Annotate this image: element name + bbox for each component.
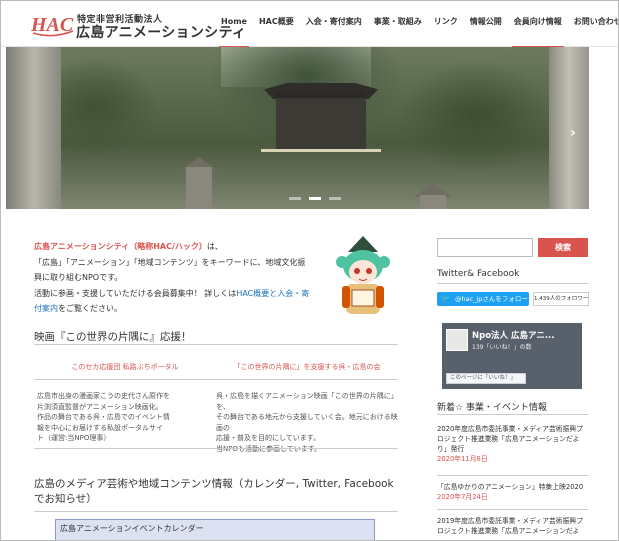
news-date: 2020年7月24日 bbox=[437, 493, 488, 501]
movie-links: このセカ応援団 私路ぶちポータル 「この世界の片隅に」を支援する呉・広島の会 bbox=[34, 362, 398, 372]
news-divider bbox=[437, 509, 588, 510]
event-calendar[interactable]: 広島アニメーションイベントカレンダー bbox=[55, 519, 375, 540]
fb-like-button[interactable]: このページに「いいね！」 bbox=[446, 373, 526, 384]
torii-pillar-left bbox=[6, 47, 61, 209]
hac-logo[interactable]: HAC bbox=[31, 11, 75, 37]
fb-page-avatar bbox=[446, 329, 468, 351]
mascot-image bbox=[336, 236, 390, 314]
nav-join[interactable]: 入会・寄付案内 bbox=[300, 17, 368, 35]
calendar-title: 広島アニメーションイベントカレンダー bbox=[60, 524, 204, 533]
about-join-link[interactable]: HAC概要と入会・寄 bbox=[236, 289, 309, 298]
slider-dot[interactable] bbox=[289, 197, 301, 200]
movie-section-title: 映画『この世界の片隅に』応援！ bbox=[34, 331, 192, 343]
kure-hiroshima-link[interactable]: 「この世界の片隅に」を支援する呉・広島の会 bbox=[216, 362, 398, 372]
twitter-bird-icon: 🐦 bbox=[441, 294, 451, 303]
intro-line2: 「広島」「アニメーション」「地域コンテンツ」をキーワードに、地域文化振 bbox=[34, 257, 306, 267]
news-item[interactable]: 2020年度広島市委託事業・メディア芸術振興プロジェクト推進業務「広島アニメーシ… bbox=[437, 424, 588, 464]
media-section-title: 広島のメディア芸術や地域コンテンツ情報（カレンダー, Twitter, Face… bbox=[34, 478, 394, 505]
donation-link[interactable]: 付案内 bbox=[34, 304, 58, 313]
news-date: 2020年11月8日 bbox=[437, 455, 488, 463]
page-frame: HAC 特定非営利活動法人 広島アニメーションシティ Home HAC概要 入会… bbox=[0, 0, 619, 541]
twitter-follow-button[interactable]: 🐦 @hac_jpさんをフォロー bbox=[437, 292, 529, 306]
hero-slider: › bbox=[6, 47, 589, 209]
news-divider bbox=[437, 475, 588, 476]
movie-left-description: 広島市出身の漫画家こうの史代さん原作を 片渕須直監督がアニメーション映画化。 作… bbox=[37, 391, 197, 444]
news-title: 新着☆ 事業・イベント情報 bbox=[437, 403, 547, 413]
slider-dot[interactable] bbox=[329, 197, 341, 200]
slider-dots bbox=[289, 197, 341, 200]
stone-lantern bbox=[186, 167, 212, 209]
text-line: ト（運営:当NPO理事） bbox=[37, 434, 111, 442]
nav-disclosure[interactable]: 情報公開 bbox=[464, 17, 508, 35]
nav-home[interactable]: Home bbox=[215, 17, 253, 48]
movie-right-description: 呉・広島を描くアニメーション映画「この世界の片隅に」を、 その舞台である地元から… bbox=[216, 391, 398, 454]
sidebar-divider bbox=[437, 414, 588, 415]
news-title-link[interactable]: 「広島ゆかりのアニメーション」特集上映2020 bbox=[437, 482, 588, 492]
text-line: 報を中心にお届けする私設ポータルサイ bbox=[37, 423, 163, 432]
org-highlight: 広島アニメーションシティ（略称HAC/ハック） bbox=[34, 242, 207, 251]
social-title: Twitter& Facebook bbox=[437, 269, 520, 279]
news-title-link[interactable]: 2020年度広島市委託事業・メディア芸術振興プロジェクト推進業務「広島アニメーシ… bbox=[437, 424, 588, 454]
nav-members[interactable]: 会員向け情報 bbox=[508, 17, 568, 48]
sidebar-divider bbox=[437, 283, 588, 284]
text-line: 広島市出身の漫画家こうの史代さん原作を bbox=[37, 392, 170, 400]
nav-projects[interactable]: 事業・取組み bbox=[368, 17, 428, 35]
slider-next-icon[interactable]: › bbox=[570, 125, 576, 141]
stone-lantern bbox=[420, 195, 446, 209]
site-header: HAC 特定非営利活動法人 広島アニメーションシティ Home HAC概要 入会… bbox=[1, 1, 618, 48]
intro-text: 広島アニメーションシティ（略称HAC/ハック）は、 「広島」「アニメーション」「… bbox=[34, 239, 324, 317]
twitter-follower-count: 1,439人のフォロワー bbox=[533, 292, 589, 306]
text-line: その舞台である地元から支援していく会。地元における映画の bbox=[216, 413, 398, 432]
shimenawa-rope bbox=[261, 149, 381, 152]
text-line: 作品の舞台である呉・広島でのイベント情 bbox=[37, 413, 170, 421]
section-divider bbox=[34, 379, 398, 380]
intro-line4: 活動に参画・支援していただける会員募集中！ 詳しくは bbox=[34, 288, 237, 298]
facebook-page-widget[interactable]: Npo法人 広島アニ... 139「いいね！」の数 このページに「いいね！」 bbox=[442, 323, 582, 389]
fb-page-name[interactable]: Npo法人 広島アニ... bbox=[472, 329, 555, 341]
news-title-link[interactable]: 2019年度広島市委託事業・メディア芸術振興プロジェクト推進業務「広島アニメーシ… bbox=[437, 516, 588, 536]
news-item[interactable]: 「広島ゆかりのアニメーション」特集上映2020 2020年7月24日 bbox=[437, 482, 588, 502]
shrine-building bbox=[276, 92, 366, 152]
search-button[interactable]: 検索 bbox=[538, 238, 588, 257]
text-line: 呉・広島を描くアニメーション映画「この世界の片隅に」を、 bbox=[216, 392, 398, 411]
slider-dot[interactable] bbox=[309, 197, 321, 200]
nav-about[interactable]: HAC概要 bbox=[253, 17, 300, 35]
intro-line1-suffix: は、 bbox=[206, 242, 223, 251]
news-item[interactable]: 2019年度広島市委託事業・メディア芸術振興プロジェクト推進業務「広島アニメーシ… bbox=[437, 516, 588, 536]
intro-line3: 興に取り組むNPOです。 bbox=[34, 273, 123, 282]
intro-line5: をご覧ください。 bbox=[58, 304, 122, 313]
section-divider bbox=[34, 448, 398, 449]
sekai-portal-link[interactable]: このセカ応援団 私路ぶちポータル bbox=[34, 362, 216, 372]
nav-contact[interactable]: お問い合わせ bbox=[568, 17, 618, 35]
main-nav: Home HAC概要 入会・寄付案内 事業・取組み リンク 情報公開 会員向け情… bbox=[215, 17, 618, 48]
torii-pillar-right bbox=[549, 47, 589, 209]
search-input[interactable] bbox=[437, 238, 533, 257]
twitter-follow-label: @hac_jpさんをフォロー bbox=[455, 295, 528, 303]
section-divider bbox=[34, 344, 398, 345]
section-divider bbox=[34, 511, 398, 512]
nav-links[interactable]: リンク bbox=[428, 17, 464, 35]
fb-like-count: 139「いいね！」の数 bbox=[472, 344, 532, 351]
text-line: 応援・普及を目的にしています。 bbox=[216, 434, 321, 442]
text-line: 片渕須直監督がアニメーション映画化。 bbox=[37, 402, 163, 411]
